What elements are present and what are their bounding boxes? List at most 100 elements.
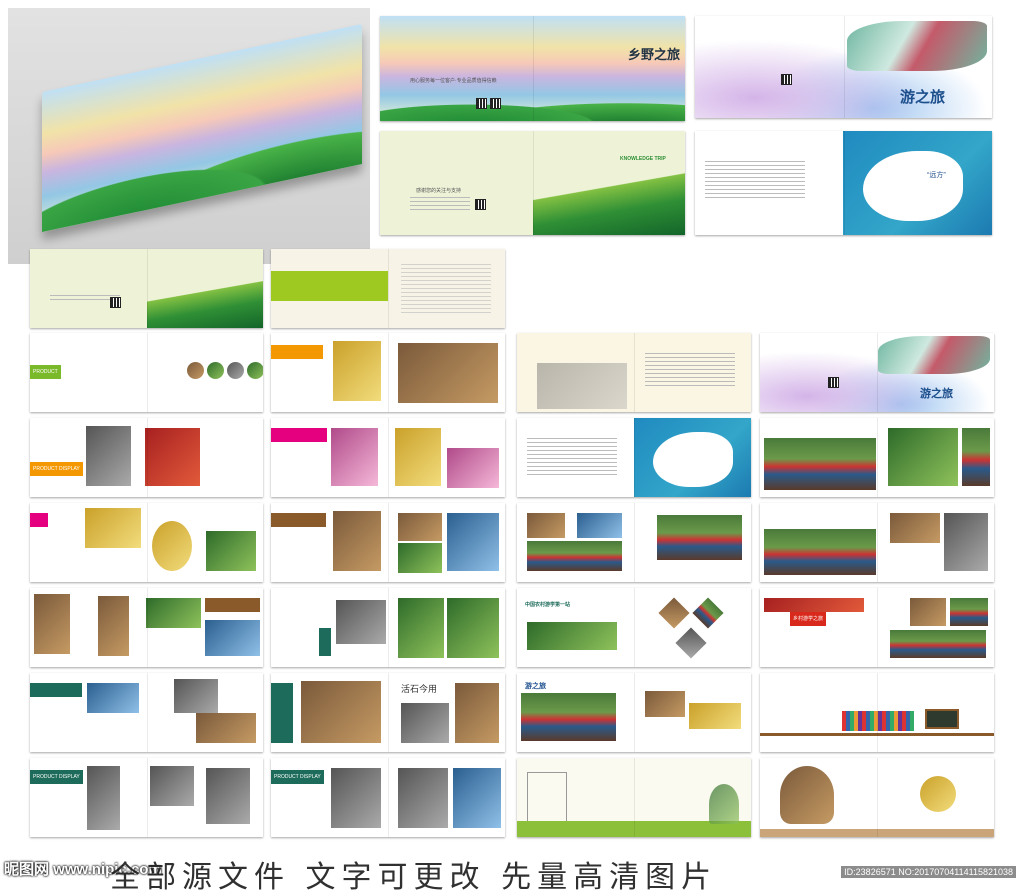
books-illustration [842, 711, 914, 731]
workshop-photo [645, 691, 685, 717]
spread-sea-2 [517, 418, 751, 497]
banner-text: 乡村游学之旅 [790, 612, 827, 626]
flower-photo [206, 531, 256, 571]
group-photo [764, 438, 876, 490]
travel-logo: 游之旅 [525, 681, 546, 690]
chair-photo [34, 594, 70, 654]
travel-title: 游之旅 [900, 88, 946, 106]
catalog-preview: 乡野之旅 用心服务每一位客户·专业品质值得信赖 游之旅 KNOWLEDGE TR… [0, 0, 1024, 895]
cover-hills [380, 89, 685, 121]
plant-photo [398, 598, 444, 658]
stone-photo [455, 683, 499, 743]
green-hill [146, 280, 263, 328]
group-photo [527, 541, 622, 571]
watermark-slogan: 全部源文件 文字可更改 先量高清图片 [110, 860, 718, 895]
spread-green-small [30, 249, 263, 328]
spread-banner: 游之旅 [517, 673, 751, 752]
section-tag [30, 513, 48, 527]
white-wave [653, 432, 733, 487]
section-tag [271, 345, 323, 359]
bar-photo [333, 511, 381, 571]
spread-food [30, 673, 263, 752]
ground-line [760, 829, 994, 837]
section-tag [271, 513, 326, 527]
qr-code [490, 98, 501, 109]
spread-intro: PRODUCT [30, 333, 263, 412]
stone-photo [301, 681, 381, 743]
river-photo [878, 336, 990, 374]
mountain-photo [87, 683, 139, 713]
greeting-text: 感谢您的关注与支持 [416, 188, 462, 194]
spread-diamond: 中国农村游学第一站 [517, 588, 751, 667]
spread-pottery [271, 588, 505, 667]
watermark-id: ID:23826571 NO:20170704114115821038 [841, 866, 1016, 878]
spread-banner-2 [760, 503, 994, 582]
tree-illustration [780, 766, 834, 824]
jars-photo [145, 428, 200, 486]
knowledge-title: KNOWLEDGE TRIP [620, 156, 666, 162]
section-tag: PRODUCT DISPLAY [30, 770, 83, 784]
group-photo [962, 428, 990, 486]
diamond-photo [658, 597, 690, 629]
stone-photo [174, 679, 218, 713]
qr-code [828, 377, 839, 388]
body-text [645, 353, 735, 389]
diamond-photo [675, 627, 707, 659]
visit-photo [527, 513, 565, 538]
spread-resort [271, 503, 505, 582]
group-photo [657, 515, 742, 560]
pottery-photo [336, 600, 386, 644]
blackboard [925, 709, 959, 729]
round-photo [247, 362, 263, 379]
cover-tagline: 用心服务每一位客户·专业品质值得信赖 [410, 78, 497, 84]
spread-bookshelf [760, 673, 994, 752]
shelf-line [760, 733, 994, 736]
spread-workshop: 乡村游学之旅 [760, 588, 994, 667]
spread-group [760, 418, 994, 497]
spread-sea: “远方” [695, 131, 992, 235]
river-photo [847, 21, 987, 71]
garden-photo [888, 428, 958, 486]
round-photo [207, 362, 224, 379]
stone-table-photo [398, 768, 448, 828]
spread-tea [30, 503, 263, 582]
stone-photo [206, 768, 250, 824]
spread-visit [517, 503, 751, 582]
section-tag [205, 598, 260, 612]
section-tag [30, 683, 82, 697]
event-photo [764, 598, 864, 612]
stone-photo [87, 766, 120, 830]
tea-cup-photo [447, 448, 499, 488]
sun-logo [920, 776, 956, 812]
room-photo [398, 343, 498, 403]
body-text [401, 264, 491, 314]
qr-code [476, 98, 487, 109]
spread-reading [517, 758, 751, 837]
visit-photo [527, 622, 617, 650]
stone-photo [150, 766, 194, 806]
event-photo [950, 598, 988, 626]
spread-rice [271, 333, 505, 412]
banner-photo [521, 693, 616, 741]
pool-photo [447, 513, 499, 571]
spread-furniture [30, 588, 263, 667]
white-wave [863, 151, 963, 221]
spread-cover: 乡野之旅 用心服务每一位客户·专业品质值得信赖 [380, 16, 685, 121]
body-text [705, 161, 805, 201]
qr-code [781, 74, 792, 85]
spread-stone-table: PRODUCT DISPLAY [271, 758, 505, 837]
spread-tree [760, 758, 994, 837]
diamond-photo [692, 597, 724, 629]
quote-text: “远方” [927, 172, 946, 179]
spread-travel-cover: 游之旅 [695, 16, 992, 118]
spread-lime [271, 249, 505, 328]
spread-green-back: KNOWLEDGE TRIP 感谢您的关注与支持 [380, 131, 685, 235]
teapot-photo [85, 508, 141, 548]
round-photo [187, 362, 204, 379]
shelf-illustration [527, 772, 567, 822]
pavilion-photo [398, 543, 442, 573]
section-tag [319, 628, 331, 656]
wine-photo [86, 426, 131, 486]
stone-table-photo [453, 768, 501, 828]
section-tag [271, 428, 327, 442]
